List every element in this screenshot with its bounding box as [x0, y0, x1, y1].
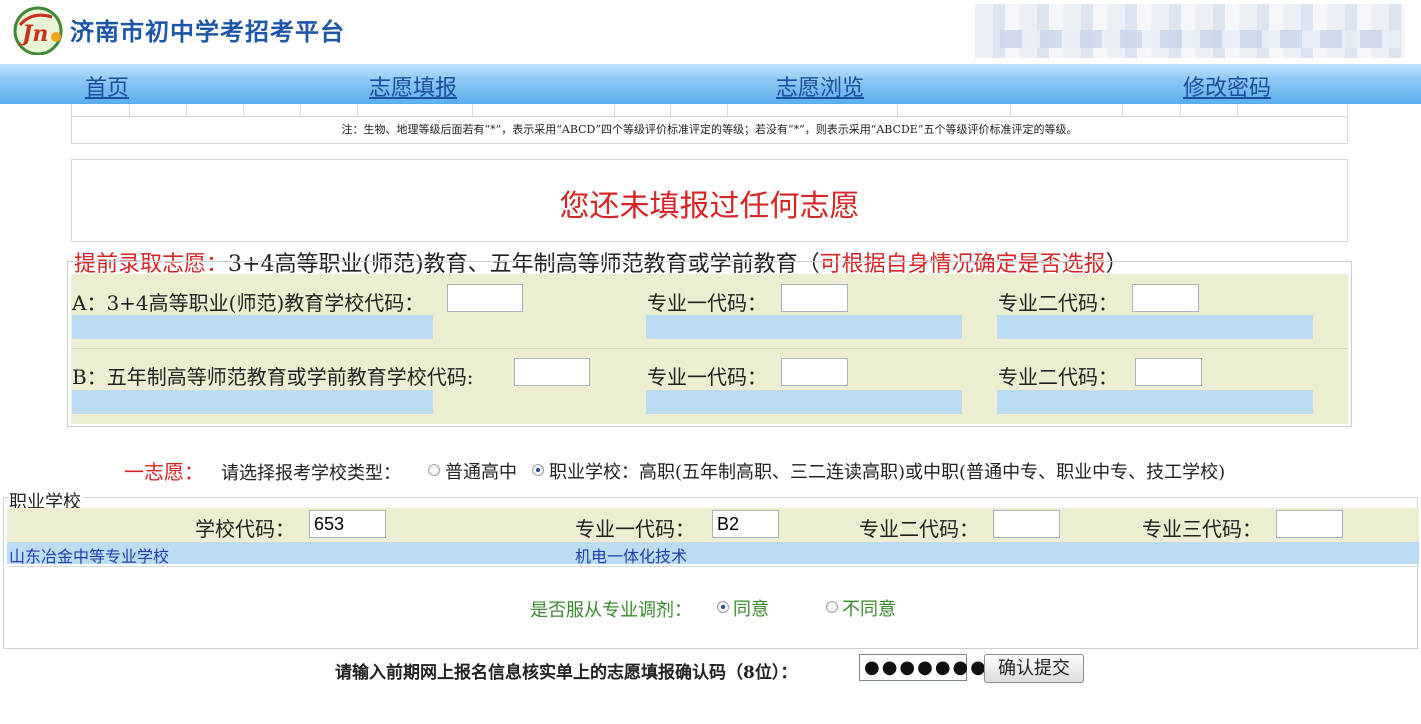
radio-adjust-disagree-label[interactable]: 不同意	[842, 595, 896, 621]
jinan-exam-logo: Jn	[13, 6, 63, 55]
voc-school-code-label: 学校代码：	[195, 517, 295, 541]
voc-major3-input[interactable]	[1276, 510, 1343, 538]
nav-home[interactable]: 首页	[85, 70, 129, 102]
radio-high-school[interactable]	[428, 464, 440, 476]
early-b-school-name	[72, 390, 433, 414]
no-choice-notice: 您还未填报过任何志愿	[559, 189, 860, 224]
confirm-code-prompt: 请输入前期网上报名信息核实单上的志愿填报确认码（8位）：	[335, 663, 798, 683]
early-a-major2-label: 专业二代码：	[998, 291, 1118, 315]
radio-adjust-agree[interactable]	[717, 601, 729, 613]
early-b-major2-input[interactable]	[1135, 358, 1202, 386]
radio-adjust-agree-label[interactable]: 同意	[733, 595, 769, 621]
early-a-major1-input[interactable]	[781, 284, 848, 312]
first-choice-heading: 一志愿：	[124, 460, 204, 484]
early-b-major2-label: 专业二代码：	[998, 365, 1118, 389]
blurred-user-info-line	[1000, 30, 1400, 48]
early-b-major2-name	[997, 390, 1313, 414]
voc-major2-input[interactable]	[993, 510, 1060, 538]
early-b-major1-name	[646, 390, 962, 414]
voc-major1-input[interactable]	[712, 510, 779, 538]
voc-major2-label: 专业二代码：	[859, 517, 979, 541]
row-divider	[7, 566, 1419, 567]
vocational-name-row	[7, 542, 1419, 564]
row-divider	[71, 348, 1348, 349]
adjust-prompt: 是否服从专业调剂：	[530, 600, 692, 621]
radio-vocational-school[interactable]	[532, 464, 544, 476]
radio-vocational-school-label[interactable]: 职业学校：高职(五年制高职、三二连读高职)或中职(普通中专、职业中专、技工学校)	[549, 458, 1225, 484]
voc-major1-label: 专业一代码：	[575, 517, 695, 541]
svg-text:Jn: Jn	[18, 21, 48, 47]
early-b-school-input[interactable]	[514, 358, 590, 386]
confirm-code-input[interactable]: ●●●●●●●●	[859, 654, 1004, 681]
early-a-major1-name	[646, 315, 962, 339]
nav-browse-choice[interactable]: 志愿浏览	[776, 70, 864, 102]
grades-table-remnant	[71, 104, 1348, 116]
nav-fill-choice[interactable]: 志愿填报	[369, 70, 457, 102]
notice-box: 您还未填报过任何志愿	[71, 159, 1348, 242]
submit-button[interactable]: 确认提交	[984, 654, 1084, 683]
nav-change-password[interactable]: 修改密码	[1183, 70, 1271, 102]
radio-adjust-disagree[interactable]	[826, 601, 838, 613]
grades-note: 注：生物、地理等级后面若有“*”，表示采用“ABCD”四个等级评价标准评定的等级…	[71, 116, 1348, 144]
site-title: 济南市初中学考招考平台	[70, 17, 345, 46]
school-type-prompt: 请选择报考学校类型：	[221, 463, 401, 484]
page-header: Jn 济南市初中学考招考平台	[0, 0, 1421, 64]
early-a-school-name	[72, 315, 433, 339]
early-b-major1-label: 专业一代码：	[647, 365, 767, 389]
radio-high-school-label[interactable]: 普通高中	[445, 458, 517, 484]
main-nav: 首页 志愿填报 志愿浏览 修改密码	[0, 64, 1421, 104]
early-a-school-label: A：3+4高等职业(师范)教育学校代码：	[72, 291, 425, 315]
early-a-major2-input[interactable]	[1132, 284, 1199, 312]
voc-major1-name: 机电一体化技术	[575, 547, 688, 566]
voc-school-code-input[interactable]	[309, 510, 386, 538]
early-b-major1-input[interactable]	[781, 358, 848, 386]
early-a-major2-name	[997, 315, 1313, 339]
voc-major3-label: 专业三代码：	[1142, 517, 1262, 541]
early-b-school-label: B：五年制高等师范教育或学前教育学校代码:	[72, 365, 474, 389]
early-a-school-input[interactable]	[447, 284, 523, 312]
early-a-major1-label: 专业一代码：	[647, 291, 767, 315]
voc-school-name: 山东冶金中等专业学校	[9, 547, 170, 566]
